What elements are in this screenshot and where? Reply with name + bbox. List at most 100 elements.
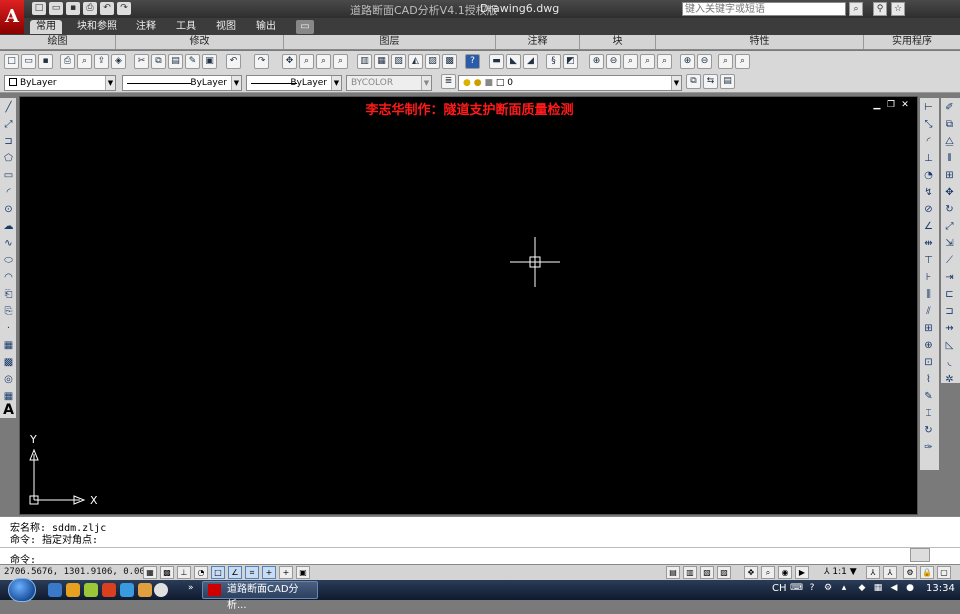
dimension-angular-icon[interactable]: ◢ xyxy=(523,54,538,69)
toolbar-lock-icon[interactable]: 🔒 xyxy=(920,566,934,579)
layer-dropdown[interactable]: ● ● ■ □ 0 ▼ xyxy=(458,75,682,91)
angular-dimension-icon[interactable]: ∠ xyxy=(921,219,936,234)
cut-icon[interactable]: ✂ xyxy=(134,54,149,69)
ordinate-dimension-icon[interactable]: ⊥ xyxy=(921,151,936,166)
pan-icon[interactable]: ✥ xyxy=(282,54,297,69)
tab-blocks-references[interactable]: 块和参照 xyxy=(72,20,122,34)
fillet-icon[interactable]: ◟ xyxy=(942,355,957,370)
continue-dimension-icon[interactable]: ⊦ xyxy=(921,270,936,285)
search-icon[interactable]: ⌕ xyxy=(849,2,863,16)
help-icon[interactable]: ? xyxy=(465,54,480,69)
zoom-all-icon[interactable]: ⌕ xyxy=(623,54,638,69)
plot-preview-icon[interactable]: ⌕ xyxy=(77,54,92,69)
array-icon[interactable]: ⊞ xyxy=(942,168,957,183)
zoom-window-icon[interactable]: ⌕ xyxy=(316,54,331,69)
security-icon[interactable]: ◆ xyxy=(856,583,868,595)
quick-launch-icon[interactable] xyxy=(102,583,116,597)
rectangle-icon[interactable]: ▭ xyxy=(1,168,16,183)
paste-icon[interactable]: ▤ xyxy=(168,54,183,69)
zoom-in-icon[interactable]: ⊕ xyxy=(589,54,604,69)
save-icon[interactable]: ▪ xyxy=(38,54,53,69)
inspection-icon[interactable]: ⊡ xyxy=(921,355,936,370)
canvas-restore-icon[interactable]: ❐ xyxy=(886,100,896,110)
sheet-set-icon[interactable]: ◭ xyxy=(408,54,423,69)
trim-icon[interactable]: ⟋ xyxy=(942,253,957,268)
attribute-icon[interactable]: ◩ xyxy=(563,54,578,69)
jogged-linear-icon[interactable]: ⌇ xyxy=(921,372,936,387)
quick-dimension-icon[interactable]: ⇹ xyxy=(921,236,936,251)
dimension-linear-icon[interactable]: ▬ xyxy=(489,54,504,69)
zoom-previous-alt-icon[interactable]: ⌕ xyxy=(735,54,750,69)
panel-properties[interactable]: 特性 xyxy=(656,35,864,49)
tray-expand-icon[interactable]: ▴ xyxy=(838,583,850,595)
quick-launch-icon[interactable] xyxy=(84,583,98,597)
tab-output[interactable]: 输出 xyxy=(250,20,282,34)
radius-dimension-icon[interactable]: ◔ xyxy=(921,168,936,183)
quick-view-drawings-icon[interactable]: ▨ xyxy=(717,566,731,579)
zoom-out-icon[interactable]: ⊖ xyxy=(606,54,621,69)
new-icon[interactable]: □ xyxy=(4,54,19,69)
plot-icon[interactable]: ⎙ xyxy=(60,54,75,69)
pan-icon[interactable]: ✥ xyxy=(744,566,758,579)
spline-icon[interactable]: ∿ xyxy=(1,236,16,251)
polar-tracking-icon[interactable]: ◔ xyxy=(194,566,208,579)
dimension-update-icon[interactable]: ↻ xyxy=(921,423,936,438)
communication-center-icon[interactable]: ⚲ xyxy=(873,2,887,16)
auto-scale-icon[interactable]: ⅄ xyxy=(883,566,897,579)
allow-disallow-ucs-icon[interactable]: ⌗ xyxy=(245,566,259,579)
layer-previous-icon[interactable]: ⇆ xyxy=(703,74,718,89)
clean-screen-icon[interactable]: ▢ xyxy=(937,566,951,579)
join-icon[interactable]: ⇸ xyxy=(942,321,957,336)
3d-dwf-icon[interactable]: ◈ xyxy=(111,54,126,69)
open-icon[interactable]: ▭ xyxy=(21,54,36,69)
command-input[interactable] xyxy=(44,549,904,563)
hatch-icon[interactable]: ▦ xyxy=(1,338,16,353)
dimension-break-icon[interactable]: ⫽ xyxy=(921,304,936,319)
zoom-extents-icon[interactable]: ⌕ xyxy=(640,54,655,69)
zoom-dynamic-icon[interactable]: ⌕ xyxy=(718,54,733,69)
zoom-center-icon[interactable]: ⊕ xyxy=(680,54,695,69)
language-indicator[interactable]: CH xyxy=(772,583,787,594)
quick-launch-icon[interactable] xyxy=(138,583,152,597)
show-lineweight-icon[interactable]: + xyxy=(279,566,293,579)
file-explorer-icon[interactable] xyxy=(66,583,80,597)
tab-tools[interactable]: 工具 xyxy=(170,20,202,34)
baseline-dimension-icon[interactable]: ⊤ xyxy=(921,253,936,268)
panel-utilities[interactable]: 实用程序 xyxy=(864,35,960,49)
dimension-edit-icon[interactable]: ✎ xyxy=(921,389,936,404)
center-mark-icon[interactable]: ⊕ xyxy=(921,338,936,353)
object-snap-tracking-icon[interactable]: ∠ xyxy=(228,566,242,579)
insert-block-icon[interactable]: ⎗ xyxy=(1,287,16,302)
print-icon[interactable]: ⎙ xyxy=(83,2,97,15)
region-icon[interactable]: ◎ xyxy=(1,372,16,387)
tool-palettes-icon[interactable]: ▧ xyxy=(391,54,406,69)
mirror-icon[interactable]: ⧋ xyxy=(942,134,957,149)
dimension-aligned-icon[interactable]: ◣ xyxy=(506,54,521,69)
copy-object-icon[interactable]: ⧉ xyxy=(942,117,957,132)
steering-wheel-icon[interactable]: ◉ xyxy=(778,566,792,579)
ortho-mode-icon[interactable]: ⊥ xyxy=(177,566,191,579)
redo-icon[interactable]: ↷ xyxy=(117,2,131,15)
annotation-visibility-icon[interactable]: ⅄ xyxy=(866,566,880,579)
zoom-object-icon[interactable]: ⊖ xyxy=(697,54,712,69)
linetype-dropdown[interactable]: ByLayer ▼ xyxy=(122,75,242,91)
break-at-point-icon[interactable]: ⊏ xyxy=(942,287,957,302)
multiline-text-icon[interactable]: A xyxy=(1,403,16,418)
favorites-star-icon[interactable]: ☆ xyxy=(891,2,905,16)
arc-length-icon[interactable]: ◜ xyxy=(921,134,936,149)
tolerance-icon[interactable]: ⊞ xyxy=(921,321,936,336)
scale-icon[interactable]: ⤢ xyxy=(942,219,957,234)
layout-icon[interactable]: ▥ xyxy=(683,566,697,579)
tab-annotate[interactable]: 注释 xyxy=(130,20,162,34)
tab-home[interactable]: 常用 xyxy=(30,20,62,34)
copy-icon[interactable]: ⧉ xyxy=(151,54,166,69)
properties-icon[interactable]: ▥ xyxy=(357,54,372,69)
diameter-dimension-icon[interactable]: ⊘ xyxy=(921,202,936,217)
zoom-previous-icon[interactable]: ⌕ xyxy=(333,54,348,69)
start-button[interactable] xyxy=(8,578,36,602)
zoom-icon[interactable]: ⌕ xyxy=(761,566,775,579)
volume-icon[interactable]: ◀ xyxy=(888,583,900,595)
panel-layers[interactable]: 图层 xyxy=(284,35,496,49)
network-icon[interactable]: ▦ xyxy=(872,583,884,595)
lineweight-dropdown[interactable]: ByLayer ▼ xyxy=(246,75,342,91)
